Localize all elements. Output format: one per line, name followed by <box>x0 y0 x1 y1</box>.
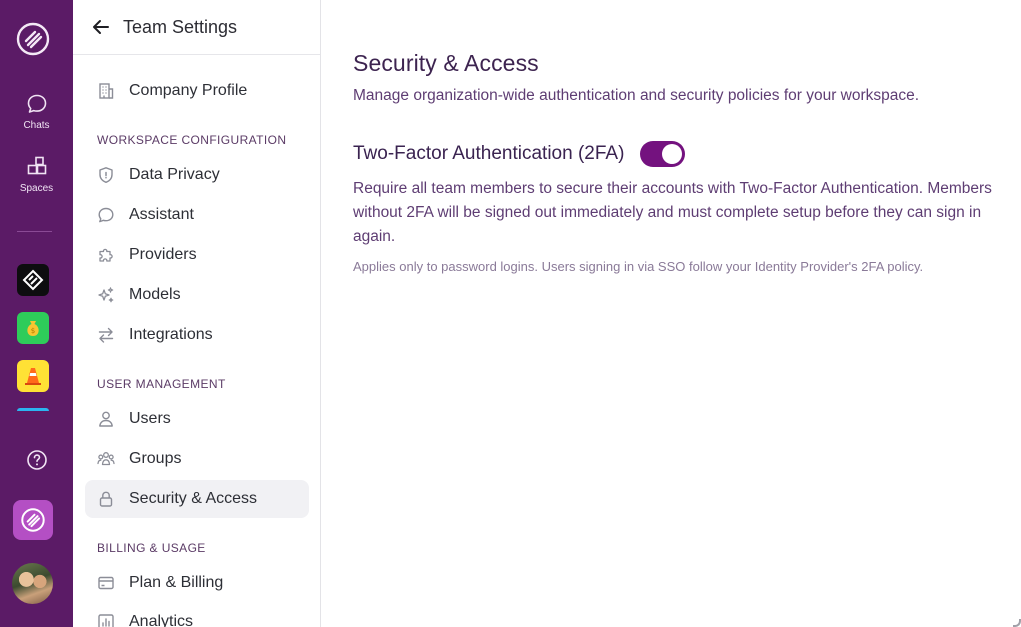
money-bag-icon: $ <box>27 321 39 336</box>
shield-icon <box>99 167 113 183</box>
sidebar-item-analytics[interactable]: Analytics <box>85 603 309 627</box>
sidebar-item-label: Assistant <box>129 206 194 223</box>
app-tile-1[interactable] <box>17 264 49 296</box>
user-icon <box>99 411 113 427</box>
sidebar-item-assistant[interactable]: Assistant <box>85 196 309 234</box>
svg-text:$: $ <box>31 327 35 335</box>
sparkles-icon <box>98 287 114 303</box>
puzzle-icon <box>99 248 113 262</box>
diamond-layers-icon <box>22 269 44 291</box>
rail-divider <box>17 231 52 232</box>
sidebar-item-label: Providers <box>129 246 197 263</box>
sidebar-item-label: Users <box>129 410 171 427</box>
chat-bubble-icon <box>27 94 46 113</box>
bar-chart-icon <box>98 614 114 627</box>
sidebar-header: Team Settings <box>73 0 320 55</box>
sidebar-item-label: Plan & Billing <box>129 574 224 591</box>
app-window: Chats Spaces $ Team Settings Company Pro… <box>0 0 1021 627</box>
section-label-user-management: USER MANAGEMENT <box>97 377 226 391</box>
chat-bubble-icon <box>98 207 114 223</box>
sidebar-item-data-privacy[interactable]: Data Privacy <box>85 156 309 194</box>
workspace-switcher[interactable] <box>13 500 53 540</box>
setting-description: Require all team members to secure their… <box>353 180 992 245</box>
app-rail: Chats Spaces $ <box>0 0 73 627</box>
app-logo-icon[interactable] <box>16 22 50 56</box>
sidebar-item-plan-billing[interactable]: Plan & Billing <box>85 564 309 602</box>
page-subtitle: Manage organization-wide authentication … <box>353 87 920 104</box>
sidebar-item-providers[interactable]: Providers <box>85 236 309 274</box>
sidebar-item-label: Data Privacy <box>129 166 220 183</box>
two-factor-setting-row: Two-Factor Authentication (2FA) <box>353 141 1021 167</box>
settings-sidebar: Team Settings Company Profile WORKSPACE … <box>73 0 321 627</box>
app-tile-2[interactable]: $ <box>17 312 49 344</box>
sidebar-item-integrations[interactable]: Integrations <box>85 316 309 354</box>
sidebar-item-label: Analytics <box>129 613 194 627</box>
workspace-logo-icon <box>21 508 45 532</box>
chats-label: Chats <box>23 120 50 131</box>
sidebar-item-label: Groups <box>129 450 182 467</box>
section-label-workspace-configuration: WORKSPACE CONFIGURATION <box>97 133 287 147</box>
arrows-exchange-icon <box>98 327 114 343</box>
app-tile-3[interactable] <box>17 360 49 392</box>
sidebar-item-label: Company Profile <box>129 82 248 99</box>
traffic-cone-icon <box>25 368 41 385</box>
sidebar-item-users[interactable]: Users <box>85 400 309 438</box>
sidebar-item-company-profile[interactable]: Company Profile <box>85 72 309 110</box>
chats-nav[interactable]: Chats <box>0 93 73 131</box>
app-tile-4[interactable] <box>17 408 49 411</box>
toggle-knob <box>662 144 683 164</box>
sidebar-title: Team Settings <box>123 16 238 37</box>
spaces-label: Spaces <box>19 183 54 194</box>
sidebar-item-label: Models <box>129 286 181 303</box>
page-title: Security & Access <box>353 50 539 76</box>
user-avatar[interactable] <box>12 563 53 604</box>
window-resize-corner[interactable] <box>1013 619 1021 627</box>
help-icon <box>26 450 47 470</box>
sidebar-item-label: Integrations <box>129 326 213 343</box>
main-content: Security & Access Manage organization-wi… <box>321 0 1021 627</box>
group-icon <box>97 452 115 466</box>
help-button[interactable] <box>0 449 73 471</box>
building-icon <box>99 83 114 99</box>
spaces-icon <box>27 156 46 175</box>
setting-note: Applies only to password logins. Users s… <box>353 259 924 274</box>
sidebar-item-label: Security & Access <box>129 490 258 507</box>
section-label-billing-usage: BILLING & USAGE <box>97 541 206 555</box>
sidebar-item-security-access[interactable]: Security & Access <box>85 480 309 518</box>
two-factor-toggle[interactable] <box>640 141 686 167</box>
back-arrow-icon[interactable] <box>91 17 111 37</box>
lock-icon <box>99 491 113 507</box>
sidebar-item-models[interactable]: Models <box>85 276 309 314</box>
credit-card-icon <box>98 576 114 590</box>
spaces-nav[interactable]: Spaces <box>0 156 73 194</box>
setting-title: Two-Factor Authentication (2FA) <box>353 143 625 164</box>
sidebar-item-groups[interactable]: Groups <box>85 440 309 478</box>
